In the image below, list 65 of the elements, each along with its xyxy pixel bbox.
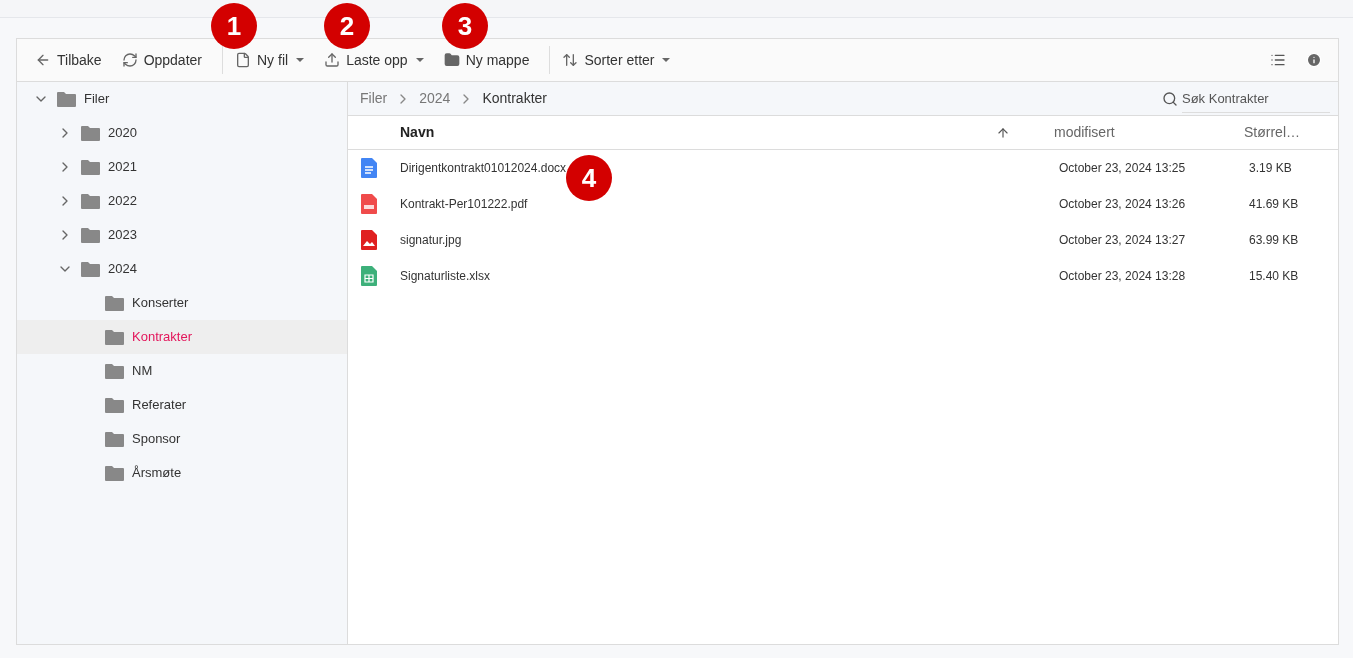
folder-icon bbox=[105, 397, 124, 413]
tree-item[interactable]: Sponsor bbox=[17, 422, 347, 456]
folder-icon bbox=[105, 363, 124, 379]
folder-icon bbox=[81, 227, 100, 243]
folder-icon bbox=[443, 52, 460, 68]
tree-item[interactable]: 2024 bbox=[17, 252, 347, 286]
document-icon bbox=[361, 158, 377, 178]
tree-item[interactable]: Årsmøte bbox=[17, 456, 347, 490]
file-icon bbox=[235, 52, 251, 68]
refresh-icon bbox=[121, 52, 138, 68]
toolbar-button[interactable]: Sorter etter bbox=[556, 48, 677, 72]
tree-item[interactable]: Referater bbox=[17, 388, 347, 422]
toolbar-button[interactable]: Ny mappe bbox=[437, 48, 536, 72]
folder-icon bbox=[105, 465, 124, 481]
toolbar-button[interactable]: Oppdater bbox=[115, 48, 208, 72]
breadcrumb-item[interactable]: 2024 bbox=[419, 88, 451, 109]
folder-icon bbox=[57, 91, 76, 107]
search-field[interactable]: Søk Kontrakter bbox=[1182, 84, 1330, 113]
folder-icon bbox=[105, 431, 124, 447]
column-header[interactable]: Størrel… bbox=[1244, 122, 1300, 143]
modified-date: October 23, 2024 13:27 bbox=[1059, 232, 1187, 249]
folder-icon bbox=[81, 261, 100, 277]
tree-item[interactable]: Konserter bbox=[17, 286, 347, 320]
pdf-file-icon bbox=[361, 194, 377, 214]
info-icon[interactable] bbox=[1306, 52, 1322, 68]
folder-icon bbox=[81, 159, 100, 175]
tree-item[interactable]: Filer bbox=[17, 82, 347, 116]
file-size: 63.99 KB bbox=[1249, 232, 1299, 249]
tree-item[interactable]: NM bbox=[17, 354, 347, 388]
list-view-icon[interactable] bbox=[1270, 52, 1286, 68]
caret-icon bbox=[296, 58, 305, 62]
modified-date: October 23, 2024 13:26 bbox=[1059, 196, 1187, 213]
folder-icon bbox=[105, 329, 124, 345]
sort-ascending-icon bbox=[996, 125, 1010, 140]
modified-date: October 23, 2024 13:25 bbox=[1059, 160, 1187, 177]
column-header[interactable]: modifisert bbox=[1054, 122, 1244, 143]
file-name: Kontrakt-Per101222.pdf bbox=[400, 197, 528, 211]
file-name: Signaturliste.xlsx bbox=[400, 269, 491, 283]
toolbar-button[interactable]: Tilbake bbox=[29, 48, 108, 72]
tree-item[interactable]: 2023 bbox=[17, 218, 347, 252]
file-name: Dirigentkontrakt01012024.docx bbox=[400, 161, 567, 175]
caret-icon bbox=[662, 58, 671, 62]
column-header[interactable]: Navn bbox=[400, 122, 996, 143]
upload-icon bbox=[324, 52, 341, 68]
breadcrumb-item[interactable]: Filer bbox=[360, 88, 388, 109]
folder-icon bbox=[81, 193, 100, 209]
spreadsheet-icon bbox=[361, 266, 377, 286]
folder-icon bbox=[105, 295, 124, 311]
tree-item[interactable]: Kontrakter bbox=[17, 320, 347, 354]
tree-item[interactable]: 2020 bbox=[17, 116, 347, 150]
tree-item[interactable]: 2022 bbox=[17, 184, 347, 218]
file-size: 15.40 KB bbox=[1249, 268, 1299, 285]
breadcrumb-item[interactable]: Kontrakter bbox=[482, 88, 547, 109]
folder-icon bbox=[81, 125, 100, 141]
toolbar-button[interactable]: Laste opp bbox=[318, 48, 430, 72]
file-size: 41.69 KB bbox=[1249, 196, 1299, 213]
search-icon bbox=[1162, 90, 1178, 107]
file-size: 3.19 KB bbox=[1249, 160, 1292, 177]
caret-icon bbox=[415, 58, 424, 62]
toolbar-button[interactable]: Ny fil bbox=[229, 48, 311, 72]
file-name: signatur.jpg bbox=[400, 233, 462, 247]
sort-icon bbox=[562, 52, 579, 68]
modified-date: October 23, 2024 13:28 bbox=[1059, 268, 1187, 285]
tree-item[interactable]: 2021 bbox=[17, 150, 347, 184]
image-file-icon bbox=[361, 230, 377, 250]
